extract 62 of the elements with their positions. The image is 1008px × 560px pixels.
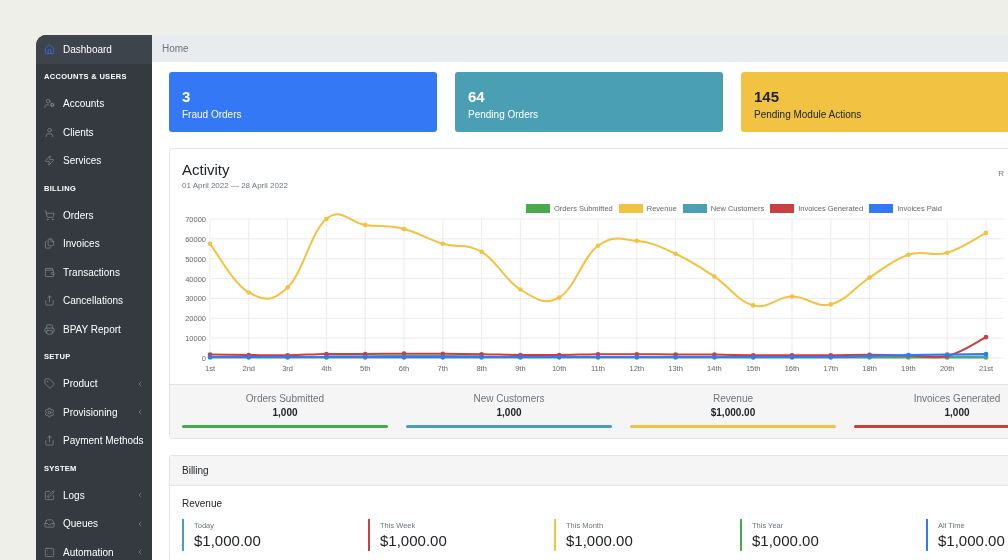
sidebar-item[interactable]: Provisioning (36, 398, 152, 427)
lightning-icon (44, 155, 55, 167)
stat-value: $1,000.00 (566, 532, 634, 549)
sidebar-item[interactable]: Transactions (36, 258, 152, 287)
summary-label: Orders Submitted (245, 393, 325, 404)
tag-icon (44, 378, 55, 390)
user-cog-icon (44, 98, 55, 110)
sidebar-item[interactable]: BPAY Report (36, 315, 152, 344)
stat-value: $1,000.00 (194, 532, 262, 549)
dice-icon (44, 546, 55, 558)
sidebar-item[interactable]: Product (36, 369, 152, 398)
inbox-icon (44, 518, 55, 530)
date-range: 01 April 2022 — 28 April 2022 (182, 181, 288, 190)
stat-label: Fraud Orders (182, 109, 243, 120)
legend-swatch (682, 204, 707, 213)
legend-swatch (526, 204, 550, 213)
stat-value: $1,000.00 (938, 532, 1006, 549)
share-icon (44, 295, 55, 307)
breadcrumb-link[interactable]: Home (162, 43, 189, 54)
stat-label: Pending Module Actions (754, 109, 863, 120)
stat-value: 64 (468, 88, 486, 105)
legend-swatch (869, 204, 894, 213)
sidebar-item[interactable]: Payment Methods (36, 426, 152, 455)
sidebar-item[interactable]: Dashboard (36, 35, 152, 64)
sidebar-item[interactable]: Logs (36, 481, 152, 510)
legend-swatch (770, 204, 795, 213)
sidebar-item[interactable]: Services (36, 146, 152, 175)
gear-icon (44, 406, 55, 418)
stat-value: 145 (754, 88, 781, 105)
sidebar-item[interactable]: Cancellations (36, 286, 152, 315)
summary-value: 1,000 (944, 407, 970, 418)
stat-card[interactable]: 3 Fraud Orders (169, 72, 437, 132)
wallet-icon (44, 266, 55, 278)
printer-icon (44, 323, 55, 335)
card-header: Billing (170, 456, 1008, 486)
header-text: R (998, 169, 1004, 180)
pencil-icon (44, 489, 55, 501)
stat-value: $1,000.00 (752, 532, 820, 549)
stat-label: Pending Orders (468, 109, 540, 120)
user-icon (44, 126, 55, 138)
sidebar-item[interactable]: Queues (36, 509, 152, 538)
summary-label: Revenue (713, 393, 753, 404)
stat-card[interactable]: 145 Pending Module Actions (741, 72, 1008, 132)
summary-label: Invoices Generated (913, 393, 1001, 404)
summary-label: New Customers (473, 393, 545, 404)
section-title: Revenue (182, 498, 224, 509)
files-icon (44, 238, 55, 250)
card-title: Activity (182, 161, 231, 178)
legend-swatch (618, 204, 643, 213)
summary-value: 1,000 (272, 407, 298, 418)
sidebar-item[interactable]: Accounts (36, 89, 152, 118)
share-icon (44, 435, 55, 447)
sidebar-item[interactable]: Clients (36, 118, 152, 147)
sidebar-item[interactable]: Invoices (36, 229, 152, 258)
stat-value: 3 (182, 88, 192, 105)
sidebar-item[interactable]: Automation (36, 538, 152, 560)
summary-value: $1,000.00 (710, 407, 756, 418)
stat-value: $1,000.00 (380, 532, 448, 549)
cart-icon (44, 209, 55, 221)
summary-value: 1,000 (496, 407, 522, 418)
home-icon (44, 43, 55, 55)
sidebar-item[interactable]: Orders (36, 201, 152, 230)
